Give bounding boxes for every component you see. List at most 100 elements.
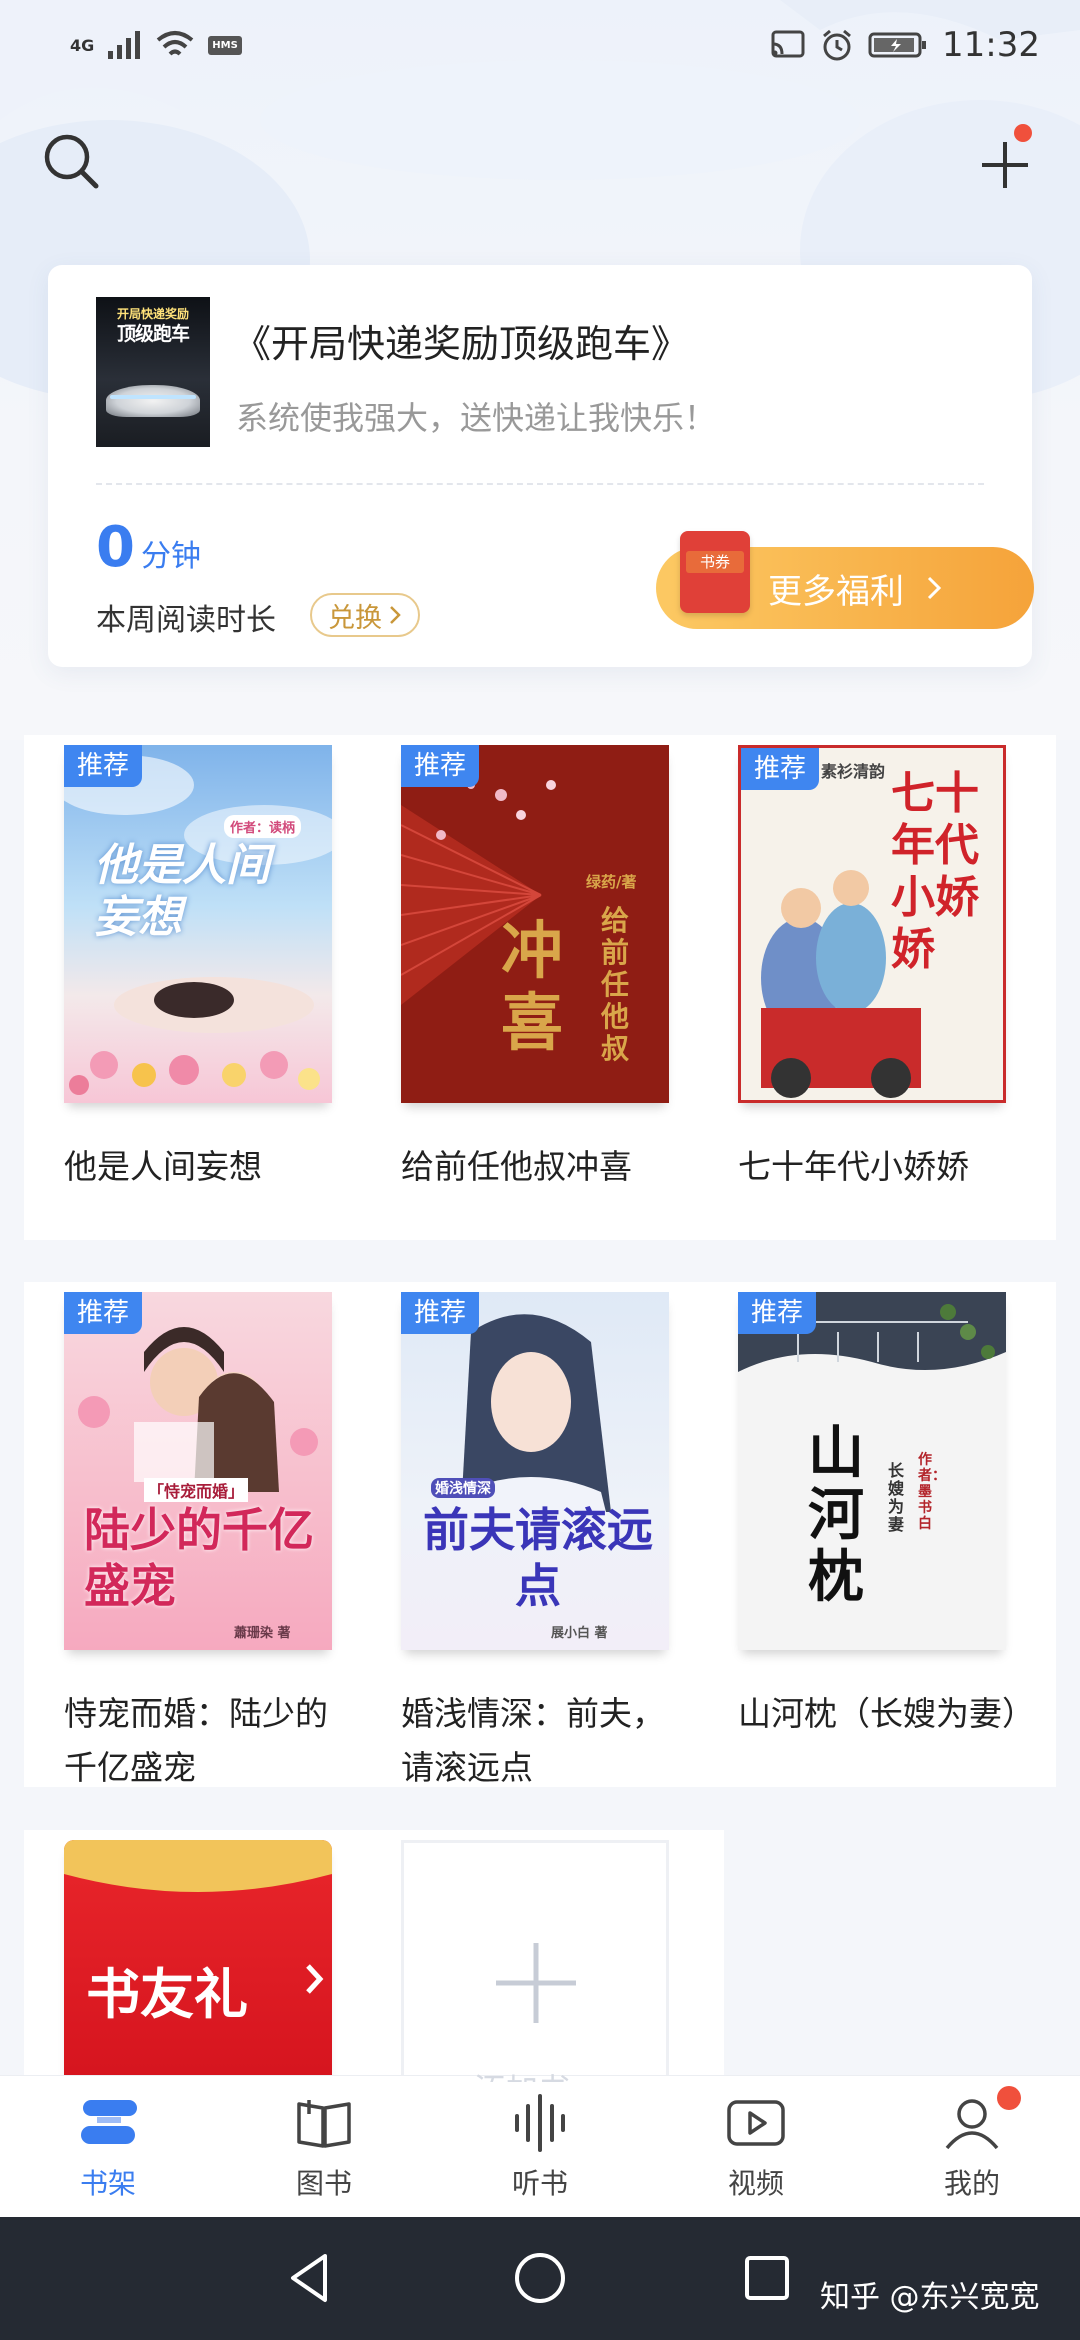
cover-author-text: 展小白 著 <box>551 1626 608 1641</box>
coupon-text: 书券 <box>686 551 744 573</box>
reading-minutes: 0 分钟 <box>96 515 201 580</box>
gift-card-text: 书友礼 <box>86 1963 248 2026</box>
cover-subtitle-text: 长嫂为妻 <box>888 1461 905 1534</box>
nav-label: 听书 <box>511 2166 568 2200</box>
recommend-tag: 推荐 <box>64 1292 142 1334</box>
cover-title-text: 山河枕 <box>808 1420 864 1610</box>
recommend-tag: 推荐 <box>401 1292 479 1334</box>
chevron-right-icon <box>390 606 401 624</box>
book-cover: 推荐 七十年代小娇娇 素衫清韵 <box>738 745 1006 1103</box>
book-title: 婚浅情深：前夫，请滚远点 <box>401 1694 665 1787</box>
cover-title-text: 七十年代小娇娇 <box>891 768 979 975</box>
coupon-icon: 书券 <box>680 531 750 613</box>
battery-icon <box>868 32 927 58</box>
shelf-row-2: 推荐 「恃宠而婚」 陆少的千亿盛宠 蕭珊染 著 恃宠而婚：陆少的千亿盛宠 推荐 <box>24 1282 1056 1787</box>
cast-icon <box>771 30 805 58</box>
gift-card-flap <box>64 1840 332 1892</box>
cover-subtitle-text: 婚浅情深 <box>431 1478 495 1498</box>
book-title: 七十年代小娇娇 <box>738 1147 969 1186</box>
back-icon[interactable] <box>285 2250 335 2306</box>
cover-author-text: 绿药/著 <box>586 873 637 891</box>
audio-icon <box>515 2093 565 2152</box>
signal-icon <box>108 31 141 59</box>
book-title: 他是人间妄想 <box>64 1147 262 1186</box>
gift-card-cover: 书友礼 <box>64 1840 332 2085</box>
hms-badge: HMS <box>208 35 242 55</box>
exchange-label: 兑换 <box>328 602 382 634</box>
minutes-value: 0 <box>96 515 135 580</box>
watermark: 知乎 @东兴宽宽 <box>820 2280 1040 2315</box>
car-illustration <box>106 385 200 417</box>
nav-label: 我的 <box>943 2166 1000 2200</box>
add-button[interactable] <box>970 124 1040 200</box>
bottom-nav: 书架 图书 听书 视频 我的 <box>0 2075 1080 2217</box>
network-type: 4G <box>70 35 95 55</box>
cover-author-text: 作者：墨书白 <box>918 1452 946 1532</box>
video-icon <box>727 2099 785 2146</box>
nav-label: 书架 <box>79 2166 136 2200</box>
chevron-right-icon <box>927 576 942 600</box>
status-bar: 4G HMS 11:32 <box>0 0 1080 90</box>
shelf-row-3: 书友礼 添加书 <box>24 1830 724 2090</box>
recommend-tag: 推荐 <box>741 748 819 790</box>
nav-profile[interactable]: 我的 <box>867 2085 1077 2202</box>
recommend-tag: 推荐 <box>64 745 142 787</box>
reading-card: 开局快递奖励 顶级跑车 《开局快递奖励顶级跑车》 系统使我强大，送快递让我快乐！… <box>48 265 1034 667</box>
nav-books[interactable]: 图书 <box>219 2092 429 2202</box>
cover-author-text: 作者：读柄 <box>224 815 302 838</box>
recommend-tag: 推荐 <box>401 745 479 787</box>
cover-author-text: 蕭珊染 著 <box>234 1626 291 1641</box>
nav-audio[interactable]: 听书 <box>435 2092 645 2202</box>
wifi-icon <box>156 31 194 56</box>
book-icon <box>297 2099 351 2148</box>
weekly-reading-label: 本周阅读时长 <box>96 603 276 638</box>
cover-subtitle-text: 「恃宠而婚」 <box>144 1478 249 1502</box>
nav-label: 图书 <box>295 2166 352 2200</box>
cover-text-line2: 顶级跑车 <box>116 323 190 345</box>
search-button[interactable] <box>40 130 104 194</box>
cover-subtitle-text: 给前任他叔 <box>601 904 630 1065</box>
nav-bookshelf[interactable]: 书架 <box>3 2092 213 2202</box>
cover-title-text: 冲喜 <box>501 914 564 1059</box>
search-icon <box>44 134 99 189</box>
bookshelf-icon <box>81 2099 137 2144</box>
cover-title-text: 他是人间妄想 <box>94 840 270 943</box>
cover-title-text: 前夫请滚远点 <box>423 1503 653 1613</box>
add-book-tile: 添加书 <box>401 1840 669 2085</box>
chevron-right-icon <box>306 1964 324 1994</box>
book-cover: 推荐 婚浅情深 前夫请滚远点 展小白 著 <box>401 1292 669 1650</box>
book-title: 山河枕（长嫂为妻） <box>738 1694 1035 1733</box>
car-light <box>110 395 196 399</box>
notification-dot <box>997 2085 1021 2110</box>
profile-icon <box>945 2098 999 2149</box>
plus-icon <box>982 142 1028 188</box>
recents-icon[interactable] <box>742 2253 792 2303</box>
nav-label: 视频 <box>727 2166 784 2200</box>
cover-author-text: 素衫清韵 <box>821 762 886 781</box>
alarm-icon <box>823 29 851 61</box>
more-welfare-button[interactable]: 书券 更多福利 <box>656 531 1034 629</box>
book-title: 给前任他叔冲喜 <box>401 1147 632 1186</box>
book-cover: 推荐 山河枕 长嫂为妻 作者：墨书白 <box>738 1292 1006 1650</box>
cover-title-text: 陆少的千亿盛宠 <box>84 1503 314 1613</box>
book-cover: 推荐 冲喜 给前任他叔 绿药/著 <box>401 745 669 1103</box>
status-right: 11:32 <box>770 25 1040 65</box>
exchange-button[interactable]: 兑换 <box>310 593 420 637</box>
book-title: 恃宠而婚：陆少的千亿盛宠 <box>64 1694 328 1787</box>
shelf-row-1: 推荐 他是人间妄想 作者：读柄 他是人间妄想 推荐 冲喜 给前任他叔 绿药/著 … <box>24 735 1056 1240</box>
current-book-title[interactable]: 《开局快递奖励顶级跑车》 <box>233 313 689 368</box>
recommend-tag: 推荐 <box>738 1292 816 1334</box>
current-book-cover[interactable]: 开局快递奖励 顶级跑车 <box>96 297 210 447</box>
book-cover: 推荐 「恃宠而婚」 陆少的千亿盛宠 蕭珊染 著 <box>64 1292 332 1650</box>
welfare-label: 更多福利 <box>768 571 904 612</box>
minutes-unit: 分钟 <box>140 539 201 574</box>
book-cover: 推荐 他是人间妄想 作者：读柄 <box>64 745 332 1103</box>
plus-icon <box>496 1943 576 2023</box>
nav-video[interactable]: 视频 <box>651 2092 861 2202</box>
current-book-subtitle: 系统使我强大，送快递让我快乐！ <box>236 399 717 437</box>
card-divider <box>96 483 984 485</box>
status-left: 4G HMS <box>70 30 242 60</box>
clock: 11:32 <box>942 25 1040 65</box>
home-icon[interactable] <box>512 2250 568 2306</box>
notification-dot <box>1014 124 1032 142</box>
